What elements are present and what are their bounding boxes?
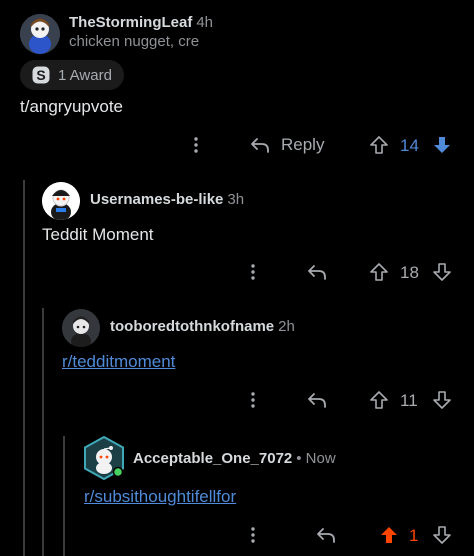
reply-icon xyxy=(317,528,335,543)
comment-time: 2h xyxy=(278,318,295,335)
award-icon: S xyxy=(32,66,50,84)
comment-body: Teddit Moment xyxy=(42,225,154,244)
upvote-button[interactable] xyxy=(368,134,390,156)
more-options-button[interactable] xyxy=(189,135,203,155)
upvote-icon xyxy=(370,391,388,409)
subreddit-link[interactable]: r/tedditmoment xyxy=(62,352,175,372)
upvote-button[interactable] xyxy=(378,524,400,546)
downvote-button[interactable] xyxy=(431,389,453,411)
online-status-dot xyxy=(112,466,124,478)
username-text[interactable]: Usernames-be-like xyxy=(90,191,223,208)
reply-button[interactable] xyxy=(315,524,337,546)
avatar[interactable] xyxy=(62,309,100,347)
award-count: 1 Award xyxy=(58,66,112,84)
downvote-button[interactable] xyxy=(431,261,453,283)
reply-label: Reply xyxy=(281,135,325,154)
comment-time: 3h xyxy=(227,191,245,208)
comment-body: t/angryupvote xyxy=(20,97,124,116)
thread-line[interactable] xyxy=(63,436,65,556)
comment-username[interactable]: Acceptable_One_7072 • Now xyxy=(133,450,336,467)
user-flair: chicken nugget, cre xyxy=(69,33,200,50)
more-icon xyxy=(251,392,255,408)
reply-icon xyxy=(308,265,326,280)
username-text[interactable]: tooboredtothnkofname xyxy=(110,318,274,335)
upvote-icon xyxy=(381,527,397,543)
more-icon xyxy=(251,264,255,280)
subreddit-link[interactable]: r/subsithoughtifellfor xyxy=(84,487,236,507)
comment-username[interactable]: Usernames-be-like 3h xyxy=(90,191,244,208)
downvote-icon xyxy=(433,526,451,544)
downvote-icon xyxy=(433,391,451,409)
upvote-icon xyxy=(370,136,388,154)
reply-button[interactable] xyxy=(306,389,328,411)
thread-line[interactable] xyxy=(23,180,25,556)
reply-button[interactable] xyxy=(306,261,328,283)
more-icon xyxy=(194,137,198,153)
thread-line[interactable] xyxy=(42,308,44,556)
upvote-button[interactable] xyxy=(368,261,390,283)
more-options-button[interactable] xyxy=(246,262,260,282)
more-options-button[interactable] xyxy=(246,390,260,410)
reply-icon xyxy=(251,138,269,153)
avatar[interactable] xyxy=(82,436,126,480)
more-options-button[interactable] xyxy=(246,525,260,545)
award-badge[interactable]: S 1 Award xyxy=(20,60,124,90)
upvote-button[interactable] xyxy=(368,389,390,411)
downvote-icon xyxy=(434,137,450,153)
more-icon xyxy=(251,527,255,543)
downvote-icon xyxy=(433,263,451,281)
username-text[interactable]: Acceptable_One_7072 xyxy=(133,450,292,467)
avatar[interactable] xyxy=(20,14,60,54)
vote-count: 18 xyxy=(400,263,419,282)
vote-count: 14 xyxy=(400,136,419,155)
comment-time: 4h xyxy=(196,14,214,31)
reply-icon xyxy=(308,393,326,408)
avatar[interactable] xyxy=(42,182,80,220)
downvote-button[interactable] xyxy=(431,524,453,546)
upvote-icon xyxy=(370,263,388,281)
comment-time: • Now xyxy=(296,450,336,467)
reply-button[interactable]: Reply xyxy=(249,134,324,156)
downvote-button[interactable] xyxy=(431,134,453,156)
comment-username[interactable]: TheStormingLeaf 4h xyxy=(69,14,213,31)
vote-count: 1 xyxy=(409,526,419,545)
vote-count: 11 xyxy=(400,391,418,410)
svg-text:S: S xyxy=(36,67,45,83)
comment-username[interactable]: tooboredtothnkofname 2h xyxy=(110,318,295,335)
username-text[interactable]: TheStormingLeaf xyxy=(69,14,192,31)
